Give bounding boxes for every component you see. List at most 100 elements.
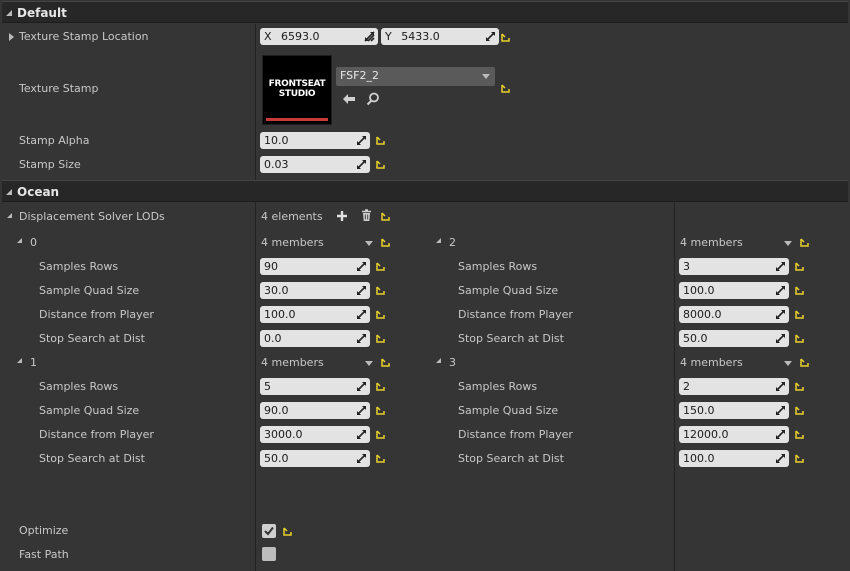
optimize-checkbox[interactable] (262, 524, 276, 538)
sample-quad-size-field[interactable]: 100.0 (679, 282, 789, 299)
field-value: 100.0 (264, 308, 296, 321)
location-y-field[interactable]: Y 5433.0 (381, 28, 499, 45)
stop-search-at-dist-field[interactable]: 50.0 (679, 330, 789, 347)
reset-to-default-icon[interactable] (376, 382, 385, 391)
texture-stamp-location-label: Texture Stamp Location (19, 30, 149, 43)
field-value: 90.0 (264, 404, 289, 417)
reset-to-default-icon[interactable] (795, 334, 804, 343)
reset-to-default-icon[interactable] (795, 454, 804, 463)
drag-handle-icon[interactable] (364, 31, 375, 42)
distance-from-player-field[interactable]: 100.0 (260, 306, 370, 323)
reset-to-default-icon[interactable] (381, 212, 390, 221)
drag-handle-icon[interactable] (356, 381, 367, 392)
reset-to-default-icon[interactable] (800, 358, 809, 367)
reset-to-default-icon[interactable] (381, 238, 390, 247)
reset-to-default-icon[interactable] (376, 160, 385, 169)
reset-to-default-icon[interactable] (795, 382, 804, 391)
drag-handle-icon[interactable] (356, 309, 367, 320)
triangle-down-icon[interactable] (7, 213, 12, 218)
drag-handle-icon[interactable] (775, 429, 786, 440)
reset-to-default-icon[interactable] (376, 262, 385, 271)
location-x-field[interactable]: X 6593.0 (260, 28, 378, 45)
triangle-down-icon (6, 189, 12, 195)
drag-handle-icon[interactable] (356, 261, 367, 272)
chevron-down-icon (482, 74, 490, 79)
reset-to-default-icon[interactable] (795, 262, 804, 271)
samples-rows-label: Samples Rows (458, 260, 538, 273)
texture-thumbnail[interactable]: FRONTSEAT STUDIO (262, 55, 332, 125)
distance-from-player-label: Distance from Player (458, 308, 573, 321)
stop-search-at-dist-field[interactable]: 100.0 (679, 450, 789, 467)
stamp-size-field[interactable]: 0.03 (260, 156, 370, 173)
samples-rows-field[interactable]: 5 (260, 378, 370, 395)
stop-search-at-dist-field[interactable]: 50.0 (260, 450, 370, 467)
trash-icon[interactable] (361, 209, 372, 222)
reset-to-default-icon[interactable] (795, 286, 804, 295)
reset-to-default-icon[interactable] (376, 310, 385, 319)
drag-handle-icon[interactable] (775, 333, 786, 344)
drag-handle-icon[interactable] (775, 453, 786, 464)
reset-to-default-icon[interactable] (376, 334, 385, 343)
reset-to-default-icon[interactable] (376, 136, 385, 145)
chevron-down-icon[interactable] (365, 241, 373, 246)
samples-rows-field[interactable]: 2 (679, 378, 789, 395)
section-header-default[interactable]: Default (2, 1, 848, 23)
samples-rows-field[interactable]: 90 (260, 258, 370, 275)
stop-search-at-dist-field[interactable]: 0.0 (260, 330, 370, 347)
sample-quad-size-field[interactable]: 90.0 (260, 402, 370, 419)
lod-index: 0 (30, 236, 37, 249)
drag-handle-icon[interactable] (356, 333, 367, 344)
reset-to-default-icon[interactable] (376, 406, 385, 415)
reset-to-default-icon[interactable] (795, 406, 804, 415)
drag-handle-icon[interactable] (356, 285, 367, 296)
chevron-down-icon[interactable] (784, 361, 792, 366)
reset-to-default-icon[interactable] (283, 527, 292, 536)
drag-handle-icon[interactable] (356, 453, 367, 464)
triangle-down-icon[interactable] (17, 238, 22, 243)
drag-handle-icon[interactable] (356, 135, 367, 146)
distance-from-player-field[interactable]: 3000.0 (260, 426, 370, 443)
drag-handle-icon[interactable] (356, 159, 367, 170)
reset-to-default-icon[interactable] (795, 430, 804, 439)
field-value: 8000.0 (683, 308, 722, 321)
reset-to-default-icon[interactable] (795, 310, 804, 319)
stop-search-at-dist-label: Stop Search at Dist (458, 452, 564, 465)
plus-icon[interactable] (336, 210, 348, 222)
magnifier-icon[interactable] (366, 92, 380, 106)
drag-handle-icon[interactable] (775, 285, 786, 296)
section-header-ocean[interactable]: Ocean (2, 180, 848, 202)
drag-handle-icon[interactable] (775, 381, 786, 392)
sample-quad-size-field[interactable]: 30.0 (260, 282, 370, 299)
drag-handle-icon[interactable] (775, 405, 786, 416)
reset-to-default-icon[interactable] (501, 33, 510, 42)
reset-to-default-icon[interactable] (376, 430, 385, 439)
sample-quad-size-field[interactable]: 150.0 (679, 402, 789, 419)
samples-rows-field[interactable]: 3 (679, 258, 789, 275)
chevron-down-icon[interactable] (365, 361, 373, 366)
drag-handle-icon[interactable] (485, 31, 496, 42)
drag-handle-icon[interactable] (356, 405, 367, 416)
fast-path-checkbox[interactable] (262, 547, 276, 561)
reset-to-default-icon[interactable] (376, 286, 385, 295)
reset-to-default-icon[interactable] (800, 238, 809, 247)
stamp-alpha-field[interactable]: 10.0 (260, 132, 370, 149)
drag-handle-icon[interactable] (775, 309, 786, 320)
field-value: 50.0 (264, 452, 289, 465)
triangle-down-icon[interactable] (436, 358, 441, 363)
drag-handle-icon[interactable] (775, 261, 786, 272)
reset-to-default-icon[interactable] (376, 454, 385, 463)
reset-to-default-icon[interactable] (501, 84, 510, 93)
distance-from-player-label: Distance from Player (458, 428, 573, 441)
reset-to-default-icon[interactable] (381, 358, 390, 367)
arrow-left-icon[interactable] (342, 93, 356, 105)
triangle-down-icon[interactable] (436, 238, 441, 243)
triangle-down-icon[interactable] (17, 358, 22, 363)
distance-from-player-field[interactable]: 12000.0 (679, 426, 789, 443)
asset-picker-combo[interactable]: FSF2_2 (336, 67, 495, 86)
distance-from-player-field[interactable]: 8000.0 (679, 306, 789, 323)
details-panel: Default Texture Stamp Location X 6593.0 … (0, 0, 850, 571)
chevron-down-icon[interactable] (784, 241, 792, 246)
thumbnail-logo: FRONTSEAT STUDIO (268, 79, 326, 99)
triangle-right-icon[interactable] (9, 33, 14, 41)
drag-handle-icon[interactable] (356, 429, 367, 440)
